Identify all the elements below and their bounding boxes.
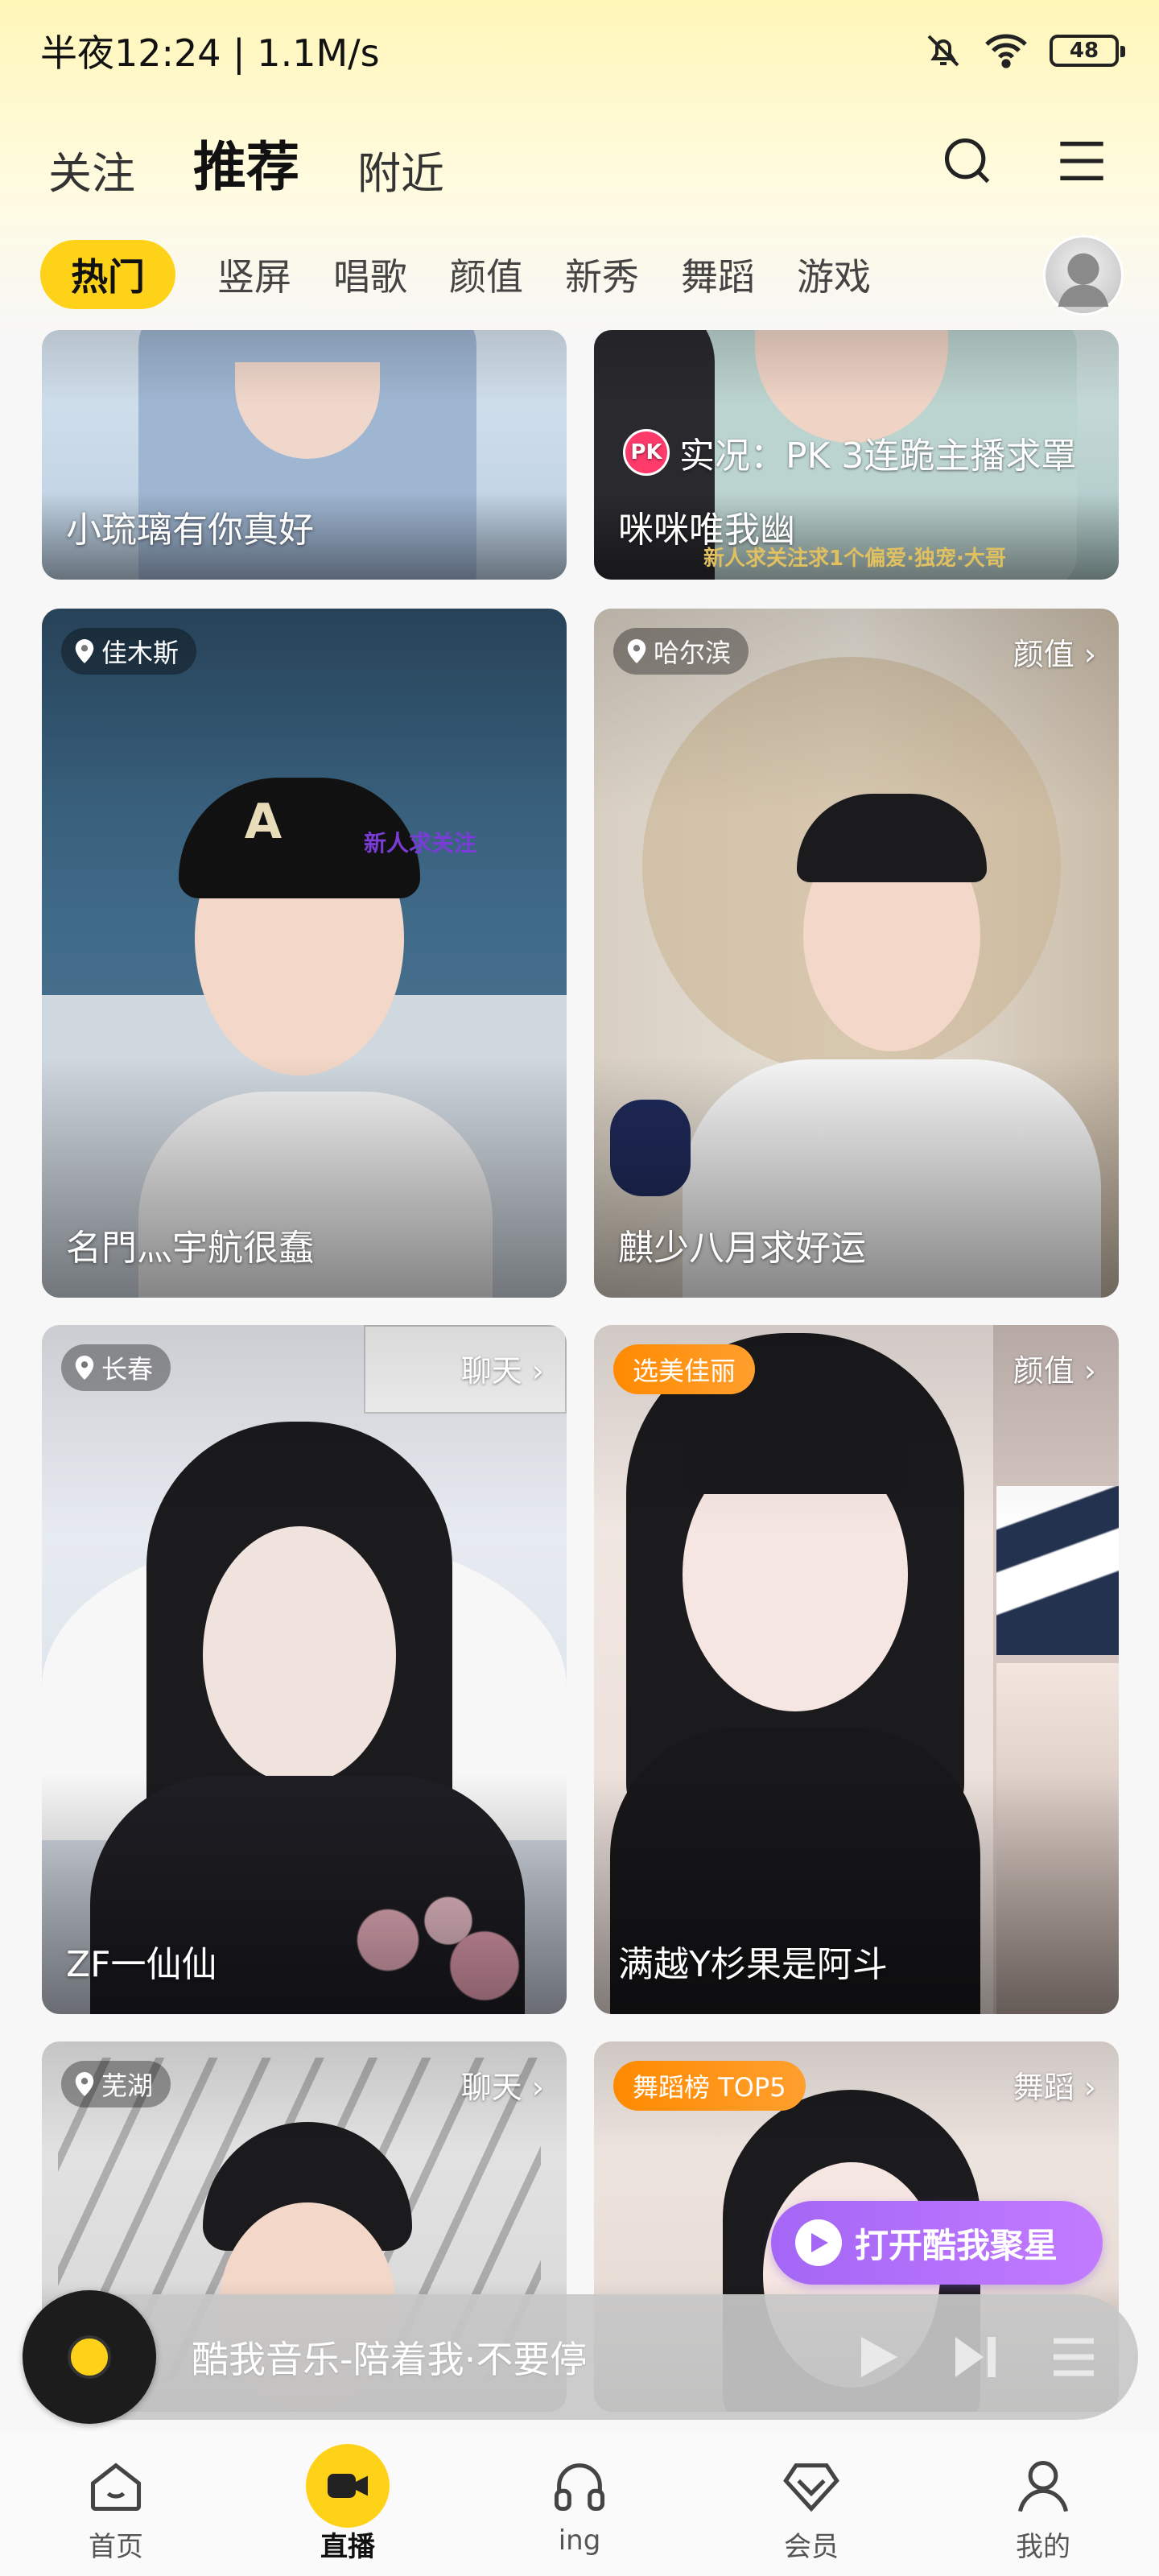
vip-diamond-icon <box>779 2454 843 2518</box>
location-text: 长春 <box>101 1354 154 1385</box>
nav-vip[interactable]: 会员 <box>731 2454 892 2564</box>
category-avatar[interactable] <box>1043 235 1124 316</box>
rank-tag: 舞蹈榜 TOP5 <box>613 2061 806 2111</box>
category-tag[interactable]: 颜值 › <box>1013 630 1096 674</box>
location-text: 哈尔滨 <box>654 638 732 668</box>
fab-label: 打开酷我聚星 <box>855 2225 1058 2265</box>
battery-level: 48 <box>1069 39 1099 63</box>
nav-profile-label: 我的 <box>1016 2531 1070 2563</box>
open-kuwo-jx-button[interactable]: 打开酷我聚星 <box>771 2201 1103 2285</box>
nav-ing-label: ing <box>558 2524 601 2557</box>
live-card[interactable]: 选美佳丽 颜值 › 满越Y杉果是阿斗 <box>594 1325 1119 2014</box>
tab-recommend[interactable]: 推荐 <box>193 124 299 204</box>
music-disc-icon[interactable] <box>23 2290 156 2424</box>
wifi-icon <box>985 34 1027 68</box>
pk-badge-icon: PK <box>623 429 670 476</box>
menu-button[interactable] <box>1053 132 1111 190</box>
nav-home[interactable]: 首页 <box>35 2454 196 2564</box>
search-button[interactable] <box>938 132 996 190</box>
playlist-icon[interactable] <box>1050 2333 1098 2381</box>
play-icon[interactable] <box>853 2333 901 2381</box>
live-camera-icon <box>306 2444 390 2528</box>
category-dance[interactable]: 舞蹈 <box>681 248 755 301</box>
card-title: 名門灬宇航很蠢 <box>66 1228 314 1269</box>
nav-profile[interactable]: 我的 <box>963 2454 1124 2564</box>
category-newcomer[interactable]: 新秀 <box>565 248 639 301</box>
pk-status-text: 实况：PK 3连跪主播求罩 <box>679 436 1077 477</box>
home-icon <box>84 2454 148 2518</box>
card-title: 满越Y杉果是阿斗 <box>618 1944 888 1985</box>
card-title: 小琉璃有你真好 <box>66 510 314 551</box>
location-tag: 哈尔滨 <box>613 628 749 675</box>
live-card[interactable]: PK 实况：PK 3连跪主播求罩 新人求关注求1个偏爱·独宠·大哥 咪咪唯我幽 <box>594 330 1119 580</box>
category-hot[interactable]: 热门 <box>40 240 175 309</box>
live-card[interactable]: A 佳木斯 新人求关注 名門灬宇航很蠢 <box>42 609 567 1298</box>
rank-tag: 选美佳丽 <box>613 1344 756 1394</box>
category-tag[interactable]: 舞蹈 › <box>1013 2062 1096 2107</box>
category-tag[interactable]: 颜值 › <box>1013 1346 1096 1390</box>
tab-follow[interactable]: 关注 <box>48 138 135 201</box>
location-tag: 佳木斯 <box>61 628 197 675</box>
category-tag[interactable]: 聊天 › <box>461 1346 544 1390</box>
status-time: 半夜12:24 | 1.1M/s <box>40 31 380 75</box>
nav-live-label: 直播 <box>320 2531 375 2563</box>
live-card[interactable]: 小琉璃有你真好 <box>42 330 567 580</box>
category-tag[interactable]: 聊天 › <box>461 2062 544 2107</box>
location-pin-icon <box>627 639 646 663</box>
battery-icon: 48 <box>1050 35 1125 67</box>
category-bar: 热门 竖屏 唱歌 颜值 新秀 舞蹈 游戏 <box>40 240 1159 309</box>
live-card[interactable]: 哈尔滨 颜值 › 麒少八月求好运 <box>594 609 1119 1298</box>
bell-muted-icon <box>927 35 959 67</box>
location-text: 佳木斯 <box>101 638 179 668</box>
stream-overlay-text: 新人求关注 <box>364 830 477 857</box>
tab-nearby[interactable]: 附近 <box>357 138 444 201</box>
nav-ing[interactable]: ing <box>499 2454 660 2557</box>
top-tabs: 关注 推荐 附近 <box>48 121 444 204</box>
live-card[interactable]: 长春 聊天 › ZF一仙仙 <box>42 1325 567 2014</box>
card-title: 麒少八月求好运 <box>618 1228 866 1269</box>
menu-icon <box>1060 142 1103 180</box>
profile-icon <box>1011 2454 1075 2518</box>
location-tag: 芜湖 <box>61 2061 171 2107</box>
avatar-placeholder-icon <box>1058 253 1109 308</box>
location-pin-icon <box>75 1356 94 1380</box>
headphones-icon <box>547 2454 612 2518</box>
nav-home-label: 首页 <box>89 2531 143 2563</box>
card-title: 咪咪唯我幽 <box>618 510 795 551</box>
status-bar: 半夜12:24 | 1.1M/s 48 <box>40 23 1125 79</box>
music-player-bar[interactable]: 酷我音乐-陪着我·不要停 <box>23 2290 1138 2424</box>
search-icon <box>944 138 990 184</box>
card-title: ZF一仙仙 <box>66 1944 217 1985</box>
location-text: 芜湖 <box>101 2070 154 2101</box>
bottom-navigation: 首页 直播 ing 会员 我的 <box>0 2431 1159 2576</box>
pk-banner: PK 实况：PK 3连跪主播求罩 <box>623 427 1103 478</box>
music-title: 酷我音乐-陪着我·不要停 <box>192 2338 588 2381</box>
play-circle-icon <box>795 2219 842 2266</box>
nav-live[interactable]: 直播 <box>267 2444 428 2564</box>
location-pin-icon <box>75 2072 94 2096</box>
category-game[interactable]: 游戏 <box>797 248 871 301</box>
next-track-icon[interactable] <box>951 2333 1000 2381</box>
location-pin-icon <box>75 639 94 663</box>
category-looks[interactable]: 颜值 <box>449 248 523 301</box>
nav-vip-label: 会员 <box>784 2531 839 2563</box>
location-tag: 长春 <box>61 1344 171 1391</box>
category-vertical[interactable]: 竖屏 <box>217 248 291 301</box>
category-singing[interactable]: 唱歌 <box>333 248 407 301</box>
